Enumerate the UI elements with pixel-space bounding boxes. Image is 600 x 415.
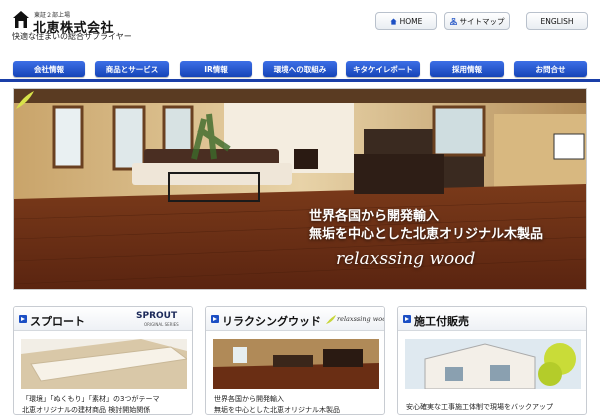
house-logo-icon <box>13 11 29 28</box>
leaf-icon <box>326 315 336 324</box>
panel-header: リラクシングウッド relaxssing wood <box>206 307 384 331</box>
panel-title: スプロート <box>30 315 85 328</box>
panel-relaxing-wood[interactable]: リラクシングウッド relaxssing wood 世界各国から開発輸入 無垢を… <box>205 306 385 415</box>
nav-item-environment[interactable]: 環境への取組み <box>263 61 337 77</box>
panel-text-2: 北恵オリジナルの建材商品 検討開始関係 <box>22 406 151 414</box>
nav-item-report[interactable]: キタケイレポート <box>346 61 420 77</box>
nav-item-company[interactable]: 会社情報 <box>13 61 85 77</box>
sprout-logo: SPROUT <box>136 311 178 321</box>
panel-sprout[interactable]: スプロート SPROUT ORIGINAL SERIES 「環境」「ぬくもり」「… <box>13 306 193 415</box>
sitemap-button-label: サイトマップ <box>459 16 505 26</box>
panel-text-2: 無垢を中心とした北恵オリジナル木製品 <box>214 406 340 414</box>
panel-text-1: 「環境」「ぬくもり」「素材」の3つがテーマ <box>22 395 160 403</box>
panel-image <box>213 339 379 389</box>
nav-divider <box>0 79 600 82</box>
home-button[interactable]: HOME <box>375 12 437 30</box>
arrow-bullet-icon <box>19 315 27 323</box>
hero-room-image <box>14 89 586 289</box>
arrow-bullet-icon <box>211 315 219 323</box>
panel-construction-sales[interactable]: 施工付販売 安心確実な工事施工体制で現場をバックアップ <box>397 306 587 415</box>
hero-headline-1: 世界各国から開発輸入 <box>309 209 440 224</box>
panel-text-1: 世界各国から開発輸入 <box>214 395 284 403</box>
panel-text-1: 安心確実な工事施工体制で現場をバックアップ <box>406 403 553 411</box>
nav-item-products[interactable]: 商品とサービス <box>95 61 169 77</box>
sprout-logo-sub: ORIGINAL SERIES <box>144 322 179 327</box>
relaxing-wood-logo: relaxssing wood <box>337 315 385 323</box>
panel-image <box>405 339 581 389</box>
home-button-label: HOME <box>399 16 423 26</box>
panel-image <box>21 339 187 389</box>
english-button-label: ENGLISH <box>540 16 574 26</box>
panel-title: リラクシングウッド <box>222 315 321 328</box>
leaf-icon <box>16 91 34 109</box>
sitemap-button[interactable]: サイトマップ <box>444 12 510 30</box>
home-icon <box>390 17 397 25</box>
panel-header: 施工付販売 <box>398 307 586 331</box>
arrow-bullet-icon <box>403 315 411 323</box>
sitemap-icon <box>449 17 457 25</box>
nav-item-recruit[interactable]: 採用情報 <box>430 61 504 77</box>
hero-headline-2: 無垢を中心とした北恵オリジナル木製品 <box>309 227 544 242</box>
panel-title: 施工付販売 <box>414 315 469 328</box>
hero-brand: relaxssing wood <box>336 249 476 269</box>
tagline: 快適な住まいの総合サプライヤー <box>12 32 132 41</box>
english-button[interactable]: ENGLISH <box>526 12 588 30</box>
nav-item-ir[interactable]: IR情報 <box>180 61 252 77</box>
nav-item-contact[interactable]: お問合せ <box>514 61 587 77</box>
panel-header: スプロート SPROUT ORIGINAL SERIES <box>14 307 192 331</box>
page: 東証２部上場 北恵株式会社 快適な住まいの総合サプライヤー HOME サイトマッ… <box>0 0 600 415</box>
hero-banner[interactable]: 世界各国から開発輸入 無垢を中心とした北恵オリジナル木製品 relaxssing… <box>13 88 587 290</box>
